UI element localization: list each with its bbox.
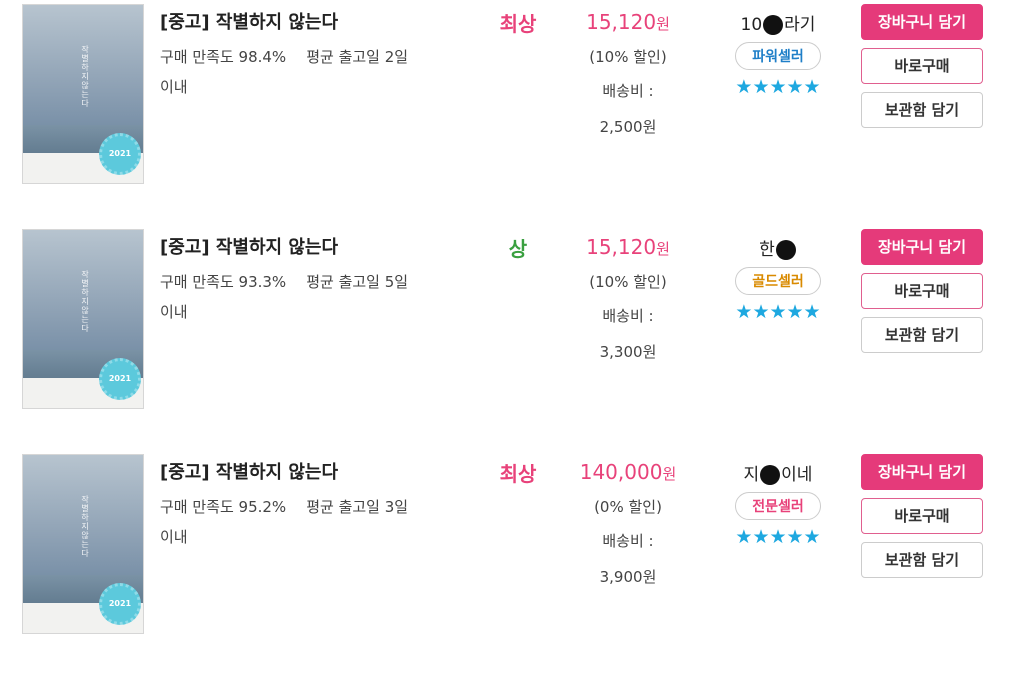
- seller-grade-badge: 파워셀러: [735, 42, 821, 70]
- sale-price-value: 140,000: [579, 460, 663, 484]
- avg-ship-days: 평균 출고일 3일: [306, 498, 409, 516]
- award-badge-icon: 2021: [99, 133, 141, 175]
- seller-name-prefix: 한: [759, 240, 775, 260]
- redaction-mark: [763, 15, 784, 35]
- satisfaction-rate: 구매 만족도 95.2%: [160, 498, 287, 516]
- avg-ship-days-tail: 이내: [160, 303, 188, 321]
- rating-stars-icon: ★★★★★: [735, 76, 821, 98]
- seller-stats: 구매 만족도 98.4% 평균 출고일 2일 이내: [160, 42, 460, 102]
- seller-grade-badge: 전문셀러: [735, 492, 821, 520]
- sale-price: 140,000원: [560, 458, 696, 488]
- add-to-cart-button[interactable]: 장바구니 담기: [861, 4, 983, 40]
- currency-unit: 원: [656, 240, 670, 258]
- seller-name-prefix: 10: [740, 15, 763, 35]
- discount-rate: (10% 할인): [589, 48, 667, 66]
- currency-unit: 원: [662, 465, 677, 483]
- add-to-cart-button[interactable]: 장바구니 담기: [861, 229, 983, 265]
- listing-row: 작별하지 않는다 2021 [중고] 작별하지 않는다 구매 만족도 93.3%…: [0, 225, 1024, 450]
- add-to-wishlist-button[interactable]: 보관함 담기: [861, 317, 983, 353]
- shipping-label: 배송비 :: [602, 307, 654, 325]
- condition-grade: 상: [508, 237, 528, 261]
- seller-stats: 구매 만족도 93.3% 평균 출고일 5일 이내: [160, 267, 460, 327]
- listing-title[interactable]: [중고] 작별하지 않는다: [160, 233, 338, 259]
- sale-price: 15,120원: [560, 8, 696, 38]
- cover-title-text: 작별하지 않는다: [81, 270, 89, 333]
- book-cover-image[interactable]: 작별하지 않는다 2021: [22, 4, 144, 184]
- buy-now-button[interactable]: 바로구매: [861, 498, 983, 534]
- award-badge-icon: 2021: [99, 358, 141, 400]
- shipping-fee: 3,300원: [599, 343, 657, 361]
- price-block: 15,120원 (10% 할인) 배송비 : 3,300원: [560, 233, 696, 363]
- seller-stats: 구매 만족도 95.2% 평균 출고일 3일 이내: [160, 492, 460, 552]
- listing-title[interactable]: [중고] 작별하지 않는다: [160, 458, 338, 484]
- seller-name[interactable]: 지 이네: [743, 460, 813, 485]
- avg-ship-days-tail: 이내: [160, 78, 188, 96]
- listing-actions: 장바구니 담기 바로구매 보관함 담기: [861, 4, 983, 136]
- seller-grade-badge: 골드셀러: [735, 267, 821, 295]
- seller-name-suffix: 라기: [784, 15, 816, 35]
- avg-ship-days-tail: 이내: [160, 528, 188, 546]
- avg-ship-days: 평균 출고일 2일: [306, 48, 409, 66]
- seller-info: 한 골드셀러 ★★★★★: [716, 235, 840, 323]
- avg-ship-days: 평균 출고일 5일: [306, 273, 409, 291]
- award-badge-icon: 2021: [99, 583, 141, 625]
- shipping-fee: 3,900원: [599, 568, 657, 586]
- sale-price-value: 15,120: [586, 10, 657, 34]
- add-to-wishlist-button[interactable]: 보관함 담기: [861, 542, 983, 578]
- sale-price: 15,120원: [560, 233, 696, 263]
- shipping-label: 배송비 :: [602, 82, 654, 100]
- listing-row: 작별하지 않는다 2021 [중고] 작별하지 않는다 구매 만족도 95.2%…: [0, 450, 1024, 675]
- satisfaction-rate: 구매 만족도 93.3%: [160, 273, 287, 291]
- seller-name-suffix: 이네: [781, 465, 813, 485]
- price-block: 15,120원 (10% 할인) 배송비 : 2,500원: [560, 8, 696, 138]
- buy-now-button[interactable]: 바로구매: [861, 273, 983, 309]
- listing-actions: 장바구니 담기 바로구매 보관함 담기: [861, 454, 983, 586]
- seller-info: 10 라기 파워셀러 ★★★★★: [716, 10, 840, 98]
- cover-title-text: 작별하지 않는다: [81, 45, 89, 108]
- seller-name-prefix: 지: [743, 465, 760, 485]
- add-to-wishlist-button[interactable]: 보관함 담기: [861, 92, 983, 128]
- discount-rate: (10% 할인): [589, 273, 667, 291]
- rating-stars-icon: ★★★★★: [735, 526, 821, 548]
- seller-name[interactable]: 한: [759, 235, 797, 260]
- redaction-mark: [760, 465, 781, 485]
- condition-grade: 최상: [499, 462, 537, 486]
- seller-name[interactable]: 10 라기: [740, 10, 816, 35]
- rating-stars-icon: ★★★★★: [735, 301, 821, 323]
- add-to-cart-button[interactable]: 장바구니 담기: [861, 454, 983, 490]
- currency-unit: 원: [656, 15, 670, 33]
- listing-row: 작별하지 않는다 2021 [중고] 작별하지 않는다 구매 만족도 98.4%…: [0, 0, 1024, 225]
- discount-rate: (0% 할인): [594, 498, 662, 516]
- cover-title-text: 작별하지 않는다: [81, 495, 89, 558]
- shipping-fee: 2,500원: [599, 118, 657, 136]
- sale-price-value: 15,120: [586, 235, 657, 259]
- price-block: 140,000원 (0% 할인) 배송비 : 3,900원: [560, 458, 696, 588]
- book-cover-image[interactable]: 작별하지 않는다 2021: [22, 229, 144, 409]
- buy-now-button[interactable]: 바로구매: [861, 48, 983, 84]
- redaction-mark: [775, 240, 796, 260]
- listing-actions: 장바구니 담기 바로구매 보관함 담기: [861, 229, 983, 361]
- listing-title[interactable]: [중고] 작별하지 않는다: [160, 8, 338, 34]
- book-cover-image[interactable]: 작별하지 않는다 2021: [22, 454, 144, 634]
- shipping-label: 배송비 :: [602, 532, 654, 550]
- seller-info: 지 이네 전문셀러 ★★★★★: [716, 460, 840, 548]
- satisfaction-rate: 구매 만족도 98.4%: [160, 48, 287, 66]
- condition-grade: 최상: [499, 12, 537, 36]
